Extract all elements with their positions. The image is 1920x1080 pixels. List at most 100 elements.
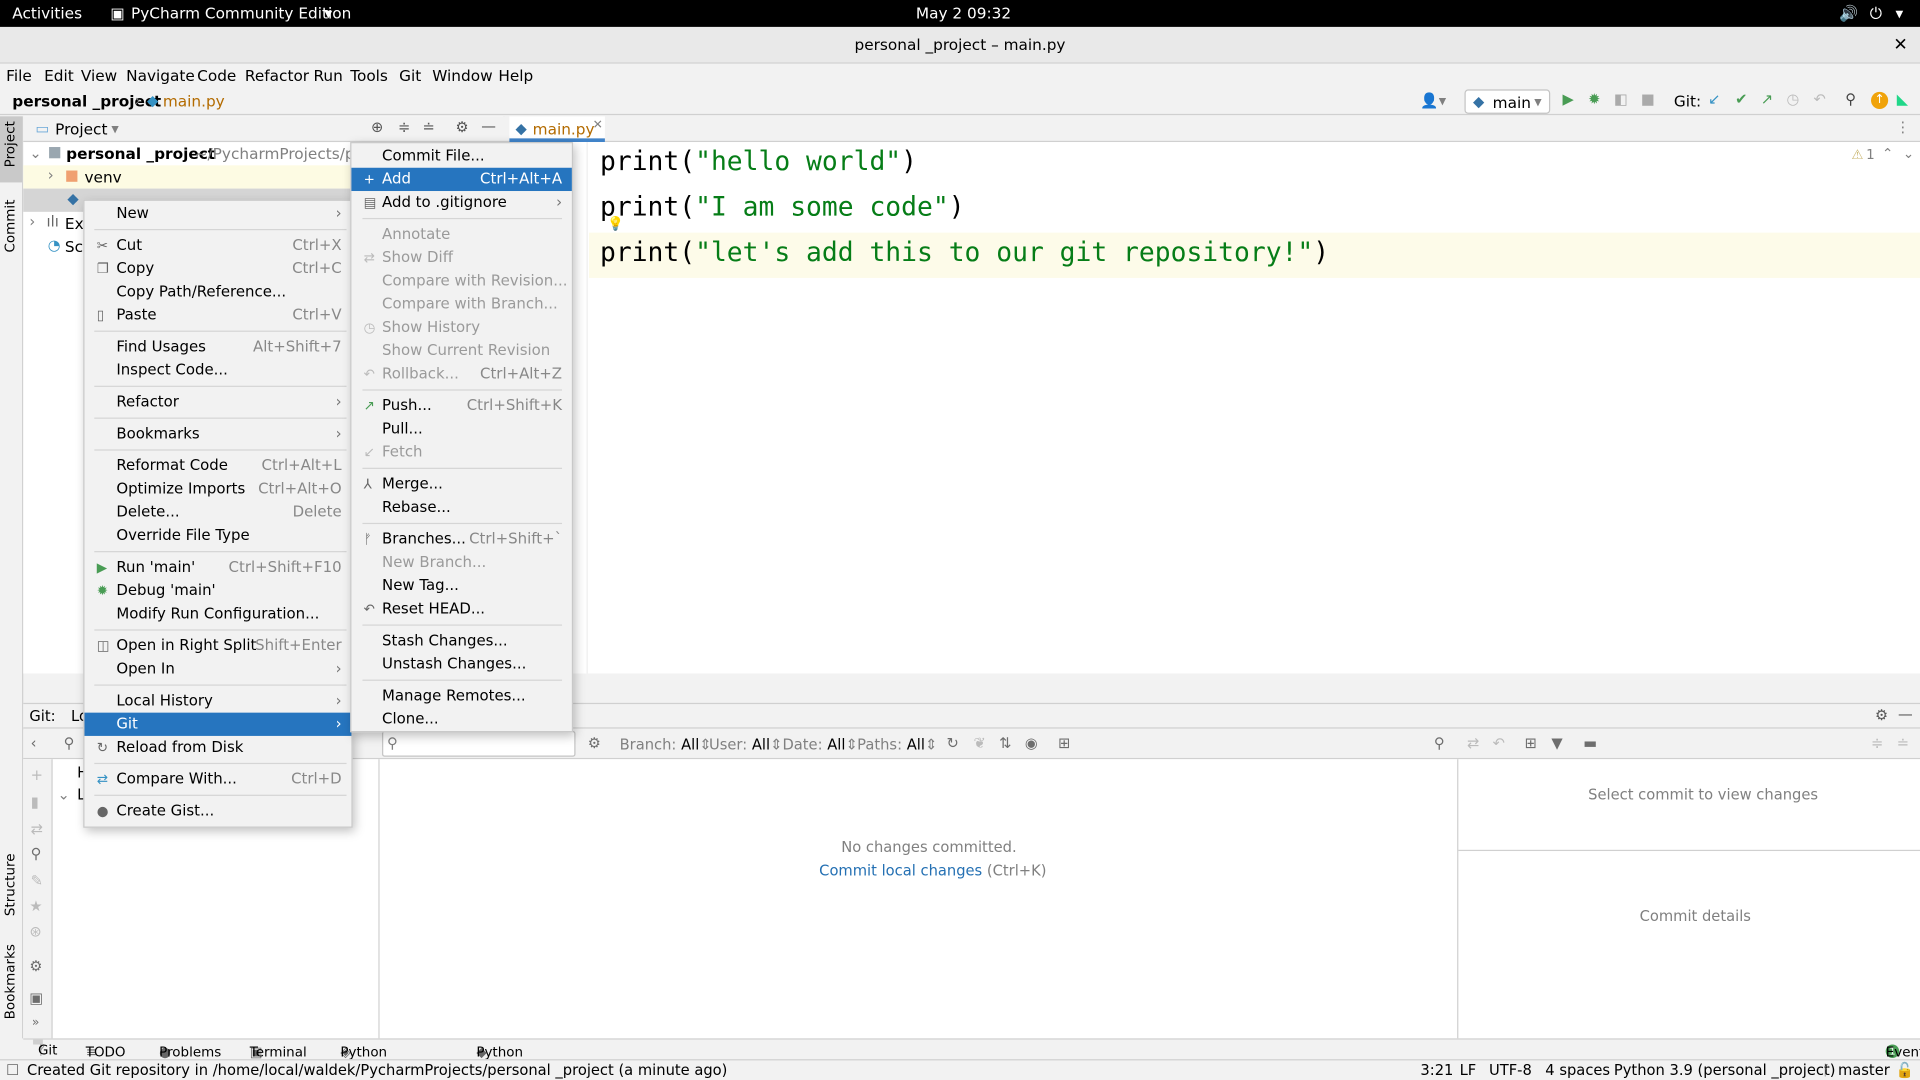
- menu-item-new[interactable]: New ›: [84, 202, 351, 225]
- menu-item-rollback[interactable]: ↶ Rollback... Ctrl+Alt+Z: [351, 362, 571, 385]
- chevron-down-icon[interactable]: ⌄: [29, 144, 41, 161]
- menu-item-new-branch[interactable]: New Branch...: [351, 551, 571, 574]
- close-window-button[interactable]: ✕: [1893, 27, 1907, 64]
- edit-icon[interactable]: ✎: [31, 872, 43, 889]
- search-icon[interactable]: ⚲: [64, 735, 75, 752]
- more-icon[interactable]: »: [32, 1016, 40, 1029]
- coverage-icon[interactable]: ◧: [1614, 91, 1628, 108]
- menu-item-override-file-type[interactable]: Override File Type: [84, 524, 351, 547]
- menu-edit[interactable]: Edit: [44, 66, 74, 84]
- menu-window[interactable]: Window: [432, 66, 492, 84]
- chevron-right-icon[interactable]: ›: [48, 167, 54, 184]
- menu-item-optimize-imports[interactable]: Optimize Imports Ctrl+Alt+O: [84, 478, 351, 501]
- chevron-down-icon[interactable]: ▾: [111, 120, 118, 137]
- git-branch[interactable]: master: [1838, 1062, 1890, 1079]
- menu-item-new-tag[interactable]: New Tag...: [351, 574, 571, 597]
- run-config-selector[interactable]: ◆ main ▾: [1464, 89, 1551, 114]
- add-icon[interactable]: +: [31, 767, 43, 784]
- user-filter[interactable]: User: All⇕: [709, 736, 782, 753]
- menu-item-commit-file[interactable]: Commit File...: [351, 144, 571, 167]
- project-view-selector[interactable]: Project: [55, 120, 107, 138]
- menu-run[interactable]: Run: [313, 66, 342, 84]
- commit-tool-button[interactable]: Commit: [2, 200, 18, 253]
- menu-help[interactable]: Help: [498, 66, 533, 84]
- line-separator[interactable]: LF: [1460, 1062, 1477, 1079]
- menu-item-bookmarks[interactable]: Bookmarks ›: [84, 422, 351, 445]
- status-message[interactable]: Created Git repository in /home/local/wa…: [27, 1062, 727, 1079]
- chevron-right-icon[interactable]: ›: [29, 213, 35, 230]
- menu-item-unstash-changes[interactable]: Unstash Changes...: [351, 653, 571, 676]
- menu-item-modify-run-configuration[interactable]: Modify Run Configuration...: [84, 602, 351, 625]
- commit-icon[interactable]: ✔: [1735, 91, 1747, 108]
- menu-item-reformat-code[interactable]: Reformat Code Ctrl+Alt+L: [84, 454, 351, 477]
- menu-item-push[interactable]: ↗ Push... Ctrl+Shift+K: [351, 394, 571, 417]
- menu-item-branches[interactable]: ᚠ Branches... Ctrl+Shift+`: [351, 528, 571, 551]
- locate-icon[interactable]: ⊕: [371, 119, 383, 136]
- user-icon[interactable]: 👤▾: [1420, 92, 1446, 109]
- commit-local-changes-link[interactable]: Commit local changes: [819, 862, 982, 879]
- code-editor[interactable]: print("hello world") print("I am some co…: [504, 142, 1920, 674]
- menu-item-rebase[interactable]: Rebase...: [351, 496, 571, 519]
- menu-item-pull[interactable]: Pull...: [351, 418, 571, 441]
- menu-item-show-current-revision[interactable]: Show Current Revision: [351, 339, 571, 362]
- compare-icon[interactable]: ⇄: [31, 820, 43, 837]
- hide-icon[interactable]: —: [481, 118, 496, 135]
- gear-icon[interactable]: ⚙: [588, 735, 601, 752]
- menu-item-refactor[interactable]: Refactor ›: [84, 391, 351, 414]
- tab-main-py[interactable]: ◆ main.py ✕: [509, 116, 605, 143]
- previous-highlight-icon[interactable]: ⌃: [1882, 146, 1893, 162]
- menu-item-annotate[interactable]: Annotate: [351, 223, 571, 246]
- project-tool-button[interactable]: Project: [2, 121, 18, 167]
- app-menu[interactable]: PyCharm Community Edition: [131, 4, 351, 22]
- fetch-icon[interactable]: ⊛: [29, 923, 41, 940]
- refresh-icon[interactable]: ↻: [947, 735, 959, 752]
- menu-item-compare-with-branch[interactable]: Compare with Branch...: [351, 293, 571, 316]
- power-icon[interactable]: ⏻: [1870, 4, 1882, 24]
- menu-item-compare-with-revision[interactable]: Compare with Revision...: [351, 269, 571, 292]
- collapse-all-icon[interactable]: ≐: [1897, 735, 1909, 752]
- caret-position[interactable]: 3:21: [1420, 1062, 1453, 1079]
- expand-all-icon[interactable]: ≑: [1871, 735, 1883, 752]
- warning-icon[interactable]: ⚠: [1851, 147, 1863, 163]
- menu-view[interactable]: View: [81, 66, 117, 84]
- show-diff-icon[interactable]: ⇄: [1467, 735, 1479, 752]
- eye-icon[interactable]: ◉: [1025, 735, 1038, 752]
- star-icon[interactable]: ★: [29, 898, 42, 915]
- menu-item-manage-remotes[interactable]: Manage Remotes...: [351, 684, 571, 707]
- search-icon[interactable]: ⚲: [31, 845, 42, 862]
- menu-item-stash-changes[interactable]: Stash Changes...: [351, 629, 571, 652]
- rollback-icon[interactable]: ↶: [1813, 91, 1825, 108]
- search-icon[interactable]: ⚲: [1845, 91, 1856, 108]
- new-tab-icon[interactable]: ⊞: [1058, 735, 1070, 752]
- expand-all-icon[interactable]: ≑: [398, 119, 410, 136]
- menu-item-open-in-right-split[interactable]: ◫ Open in Right Split Shift+Enter: [84, 634, 351, 657]
- menu-item-reset-head[interactable]: ↶ Reset HEAD...: [351, 598, 571, 621]
- menu-item-run-main[interactable]: ▶ Run 'main' Ctrl+Shift+F10: [84, 556, 351, 579]
- breadcrumb-file[interactable]: main.py: [163, 92, 225, 110]
- date-filter[interactable]: Date: All⇕: [782, 736, 857, 753]
- menu-item-debug-main[interactable]: ✹ Debug 'main': [84, 579, 351, 602]
- push-icon[interactable]: ↗: [1761, 91, 1773, 108]
- chevron-left-icon[interactable]: ‹: [31, 735, 37, 752]
- menu-item-find-usages[interactable]: Find Usages Alt+Shift+7: [84, 336, 351, 359]
- more-options-icon[interactable]: ⋮: [1896, 119, 1911, 136]
- menu-item-copy[interactable]: ❐ Copy Ctrl+C: [84, 257, 351, 280]
- tool-button-git[interactable]: ᚠ Git: [33, 1039, 57, 1058]
- next-highlight-icon[interactable]: ⌄: [1903, 146, 1914, 162]
- run-icon[interactable]: ▶: [1562, 91, 1573, 108]
- clock[interactable]: May 2 09:32: [916, 4, 1011, 22]
- hide-icon[interactable]: —: [1898, 705, 1913, 722]
- rollback-icon[interactable]: ↶: [1493, 735, 1505, 752]
- lightbulb-icon[interactable]: 💡: [607, 216, 624, 232]
- layout-icon[interactable]: ▬: [1583, 735, 1597, 752]
- update-project-icon[interactable]: ↙: [1708, 91, 1720, 108]
- menu-item-paste[interactable]: ▯ Paste Ctrl+V: [84, 304, 351, 327]
- menu-item-copy-path-reference[interactable]: Copy Path/Reference...: [84, 280, 351, 303]
- filter-icon[interactable]: ▼: [1551, 735, 1562, 752]
- menu-item-add[interactable]: + Add Ctrl+Alt+A: [351, 167, 572, 192]
- lock-icon[interactable]: 🔓: [1896, 1062, 1914, 1079]
- activities-button[interactable]: Activities: [12, 4, 82, 22]
- menu-item-inspect-code[interactable]: Inspect Code...: [84, 359, 351, 382]
- menu-item-compare-with[interactable]: ⇄ Compare With... Ctrl+D: [84, 768, 351, 791]
- menu-item-show-diff[interactable]: ⇄ Show Diff: [351, 246, 571, 269]
